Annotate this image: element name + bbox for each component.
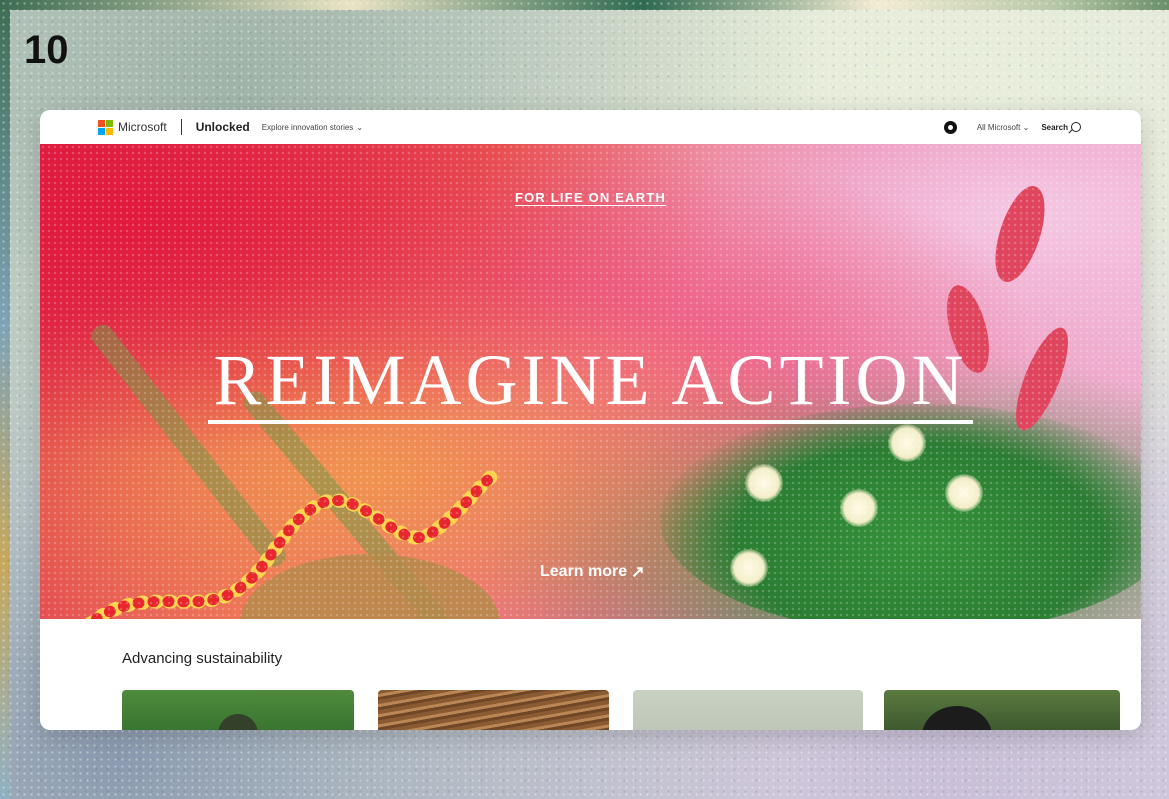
story-card-photo-subject (218, 714, 258, 730)
background-top-strip (0, 0, 1169, 10)
chevron-down-icon: ⌄ (1022, 122, 1030, 132)
learn-more-link[interactable]: Learn more ↗ (540, 562, 645, 582)
brand-name: Microsoft (118, 120, 167, 134)
hero-banner: FOR LIFE ON EARTH REIMAGINE ACTION Learn… (40, 144, 1141, 619)
hero-illustration-flower (945, 474, 983, 512)
arrow-up-right-icon: ↗ (631, 564, 645, 581)
browser-page: Microsoft Unlocked Explore innovation st… (40, 110, 1141, 730)
microsoft-logo-icon (98, 119, 113, 135)
search-button[interactable]: Search (1041, 122, 1081, 132)
learn-more-label: Learn more (540, 563, 628, 580)
microsoft-logo[interactable]: Microsoft (98, 119, 167, 135)
story-card-image[interactable] (378, 690, 609, 730)
site-name-link[interactable]: Unlocked (196, 120, 250, 134)
hero-illustration-bead-chain (85, 467, 500, 619)
header-divider (180, 119, 182, 135)
hero-illustration-flower (840, 489, 878, 527)
story-card-image[interactable] (884, 690, 1120, 730)
explore-stories-menu[interactable]: Explore innovation stories ⌄ (262, 123, 363, 132)
slide-number: 10 (24, 28, 69, 72)
chevron-down-icon: ⌄ (356, 122, 364, 132)
gear-icon[interactable] (943, 120, 957, 134)
story-card-photo-subject (922, 706, 992, 730)
all-microsoft-menu[interactable]: All Microsoft ⌄ (977, 123, 1030, 132)
hero-title: REIMAGINE ACTION (207, 344, 974, 424)
hero-illustration-flower (745, 464, 783, 502)
hero-title-link[interactable]: REIMAGINE ACTION (40, 344, 1141, 424)
hero-illustration-flower (730, 549, 768, 587)
story-card-image[interactable] (122, 690, 354, 730)
background-left-edge (0, 10, 10, 799)
explore-stories-label: Explore innovation stories (261, 122, 354, 132)
site-header: Microsoft Unlocked Explore innovation st… (40, 110, 1141, 144)
search-icon (1071, 122, 1081, 132)
hero-eyebrow-link[interactable]: FOR LIFE ON EARTH (40, 190, 1141, 205)
all-microsoft-label: All Microsoft (976, 122, 1021, 132)
search-label: Search (1041, 122, 1068, 132)
hero-eyebrow-label: FOR LIFE ON EARTH (514, 190, 667, 205)
story-card-image[interactable] (633, 690, 863, 730)
section-title: Advancing sustainability (122, 650, 283, 667)
hero-illustration-flower (888, 424, 926, 462)
